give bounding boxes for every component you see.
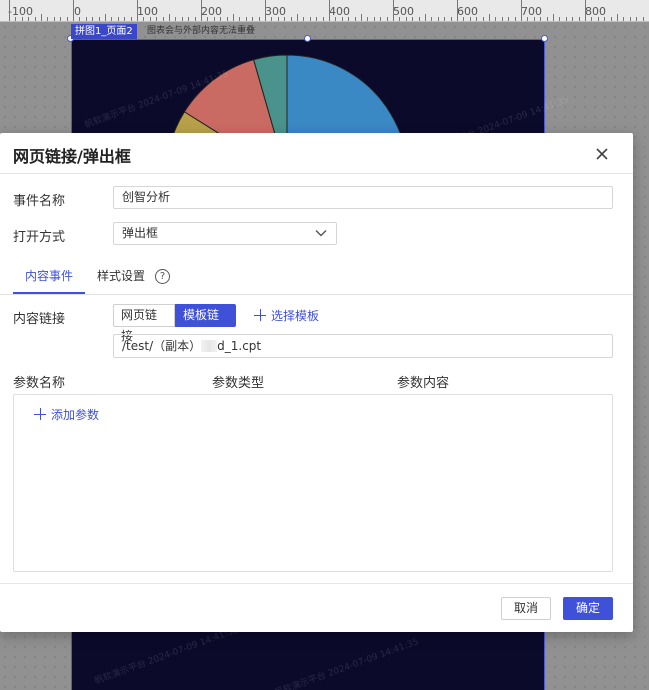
header-divider <box>0 173 633 174</box>
event-name-input[interactable]: 创智分析 <box>113 186 613 209</box>
ok-button[interactable]: 确定 <box>563 597 613 620</box>
event-name-label: 事件名称 <box>13 194 66 209</box>
tab-style-settings[interactable]: 样式设置 <box>97 267 145 284</box>
plus-icon <box>254 309 266 321</box>
param-list: 添加参数 <box>13 394 613 572</box>
choose-template-label: 选择模板 <box>271 309 320 323</box>
web-link-option[interactable]: 网页链接 <box>113 304 175 343</box>
open-mode-select[interactable]: 弹出框 <box>113 222 337 245</box>
plus-icon <box>34 408 46 420</box>
choose-template-button[interactable]: 选择模板 <box>254 307 319 324</box>
template-path-input[interactable]: /test/（副本） d_1.cpt <box>113 334 613 358</box>
dialog-title: 网页链接/弹出框 <box>13 147 131 166</box>
param-type-header: 参数类型 <box>212 376 265 391</box>
content-link-label: 内容链接 <box>13 312 66 327</box>
redacted-text <box>201 340 218 352</box>
tab-divider <box>0 294 633 295</box>
open-mode-value: 弹出框 <box>122 226 159 240</box>
open-mode-label: 打开方式 <box>13 230 66 245</box>
template-path-prefix: /test/（副本） <box>122 339 202 353</box>
param-value-header: 参数内容 <box>397 376 450 391</box>
web-link-popup-dialog: 网页链接/弹出框 事件名称 创智分析 打开方式 弹出框 内容事件 样式设置 ? … <box>0 133 633 632</box>
template-path-suffix: d_1.cpt <box>217 339 262 353</box>
chevron-down-icon <box>315 230 327 237</box>
param-name-header: 参数名称 <box>13 376 66 391</box>
template-link-option[interactable]: 模板链接 <box>175 304 236 343</box>
tab-content-event[interactable]: 内容事件 <box>25 267 73 284</box>
footer-divider <box>0 583 633 584</box>
add-param-label: 添加参数 <box>51 408 100 422</box>
cancel-button[interactable]: 取消 <box>501 597 551 620</box>
help-icon[interactable]: ? <box>155 269 170 284</box>
add-param-button[interactable]: 添加参数 <box>34 406 99 423</box>
close-icon[interactable] <box>594 146 610 162</box>
